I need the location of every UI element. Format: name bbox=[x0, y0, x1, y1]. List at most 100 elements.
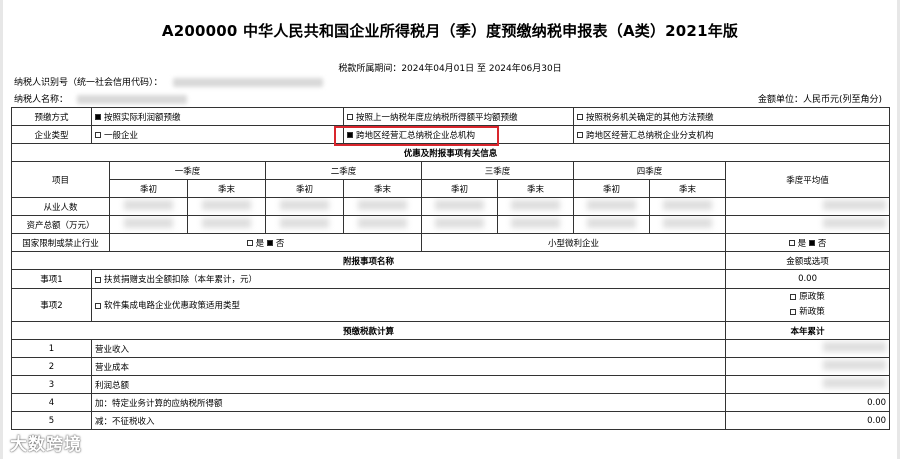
row-name: 营业成本 bbox=[90, 357, 727, 376]
prepay-option-actual[interactable]: 按照实际利润额预缴 bbox=[90, 107, 345, 126]
q2-end: 季末 bbox=[343, 179, 423, 198]
row-name: 加：特定业务计算的应纳税所得额 bbox=[90, 393, 727, 412]
watermark: 大数跨境 bbox=[10, 435, 82, 455]
row-name: 利润总额 bbox=[90, 375, 727, 394]
row-number: 5 bbox=[11, 411, 92, 430]
checkbox-checked-icon bbox=[95, 114, 101, 120]
form-title: A200000 中华人民共和国企业所得税月（季）度预缴纳税申报表（A类）2021… bbox=[161, 22, 739, 40]
checkbox-checked-icon bbox=[808, 240, 815, 246]
checkbox-icon bbox=[577, 132, 584, 138]
prepay-option-other[interactable]: 按照税务机关确定的其他方法预缴 bbox=[573, 107, 891, 126]
redacted-cell bbox=[109, 197, 188, 216]
q1-start: 季初 bbox=[109, 179, 188, 198]
declaration-table: 预缴方式 按照实际利润额预缴 按照上一纳税年度应纳税所得额平均额预缴 按照税务机… bbox=[10, 107, 891, 430]
enterprise-option-branch[interactable]: 跨地区经营汇总纳税企业分支机构 bbox=[573, 125, 891, 144]
restricted-industry-label: 国家限制或禁止行业 bbox=[11, 233, 110, 252]
item2-options[interactable]: 原政策 新政策 bbox=[725, 288, 891, 322]
q3-start: 季初 bbox=[421, 179, 499, 198]
redacted-cell bbox=[343, 197, 423, 216]
calc-row: 2 营业成本 bbox=[11, 357, 891, 376]
row-name: 营业收入 bbox=[90, 339, 727, 358]
redacted-cell bbox=[649, 215, 727, 234]
redacted-cell bbox=[264, 215, 345, 234]
redacted-cell bbox=[421, 215, 499, 234]
amount-or-option-header: 金额或选项 bbox=[725, 251, 891, 270]
redacted-cell bbox=[264, 197, 345, 216]
quarter-2-header: 二季度 bbox=[264, 161, 423, 180]
calc-header-row: 预缴税款计算 本年累计 bbox=[10, 321, 891, 340]
small-yes-no[interactable]: 是 否 bbox=[725, 233, 891, 252]
redacted-cell bbox=[725, 197, 891, 216]
redacted-cell bbox=[187, 197, 266, 216]
quarter-header-row: 项目 一季度 二季度 三季度 四季度 季度平均值 bbox=[11, 161, 891, 198]
redacted-cell bbox=[109, 215, 188, 234]
attach-header: 附报事项名称 bbox=[10, 251, 727, 270]
tax-period: 税款所属期间：2024年04月01日 至 2024年06月30日 bbox=[338, 64, 562, 74]
quarter-average-header: 季度平均值 bbox=[725, 161, 891, 198]
employees-row: 从业人数 bbox=[11, 197, 891, 216]
item2-row: 事项2 软件集成电路企业优惠政策适用类型 原政策 新政策 bbox=[11, 288, 891, 322]
preferential-header: 优惠及附报事项有关信息 bbox=[10, 143, 891, 162]
row-value[interactable]: 0.00 bbox=[725, 411, 891, 430]
taxpayer-name-label: 纳税人名称： bbox=[14, 95, 69, 105]
taxpayer-name-row: 纳税人名称： bbox=[14, 92, 187, 105]
redacted-cell bbox=[421, 197, 499, 216]
redacted-cell[interactable] bbox=[725, 375, 891, 394]
redacted-cell bbox=[725, 215, 891, 234]
taxpayer-name-redacted bbox=[76, 95, 187, 104]
item1-value[interactable]: 0.00 bbox=[725, 269, 891, 289]
calc-row: 3 利润总额 bbox=[11, 375, 891, 394]
prepay-option-average[interactable]: 按照上一纳税年度应纳税所得额平均额预缴 bbox=[343, 107, 575, 126]
prepay-method-label: 预缴方式 bbox=[11, 107, 92, 126]
attach-header-row: 附报事项名称 金额或选项 bbox=[10, 251, 891, 270]
row-value[interactable]: 0.00 bbox=[725, 393, 891, 412]
quarter-4-header: 四季度 bbox=[573, 161, 727, 180]
redacted-cell bbox=[343, 215, 423, 234]
row-name: 减：不征税收入 bbox=[90, 411, 727, 430]
calc-header: 预缴税款计算 bbox=[10, 321, 727, 340]
restricted-yes-no[interactable]: 是 否 bbox=[108, 233, 423, 252]
quarter-3-header: 三季度 bbox=[421, 161, 575, 180]
prepay-method-row: 预缴方式 按照实际利润额预缴 按照上一纳税年度应纳税所得额平均额预缴 按照税务机… bbox=[11, 107, 891, 126]
item2-label: 事项2 bbox=[11, 288, 92, 322]
row-number: 2 bbox=[11, 357, 92, 376]
redacted-cell bbox=[573, 197, 651, 216]
checkbox-icon bbox=[95, 132, 101, 138]
redacted-cell bbox=[497, 197, 575, 216]
item-header: 项目 bbox=[11, 161, 110, 198]
calc-row: 4 加：特定业务计算的应纳税所得额 0.00 bbox=[11, 393, 891, 412]
redacted-cell bbox=[573, 215, 651, 234]
small-enterprise-label: 小型微利企业 bbox=[421, 233, 727, 252]
checkbox-checked-icon bbox=[266, 240, 273, 246]
checkbox-icon bbox=[95, 276, 101, 283]
redacted-cell[interactable] bbox=[725, 357, 891, 376]
assets-label: 资产总额（万元） bbox=[11, 215, 110, 234]
year-total-header: 本年累计 bbox=[725, 321, 891, 340]
q2-start: 季初 bbox=[264, 179, 345, 198]
item1-label: 事项1 bbox=[11, 269, 92, 289]
redacted-cell[interactable] bbox=[725, 339, 891, 358]
item1-row: 事项1 扶贫捐赠支出全额扣除（本年累计，元） 0.00 bbox=[11, 269, 891, 289]
enterprise-option-general[interactable]: 一般企业 bbox=[90, 125, 345, 144]
tax-form-page: A200000 中华人民共和国企业所得税月（季）度预缴纳税申报表（A类）2021… bbox=[0, 0, 900, 459]
row-number: 3 bbox=[11, 375, 92, 394]
calc-row: 5 减：不征税收入 0.00 bbox=[11, 411, 891, 430]
row-number: 1 bbox=[11, 339, 92, 358]
q3-end: 季末 bbox=[497, 179, 575, 198]
amount-unit: 金额单位：人民币元(列至角分) bbox=[757, 95, 882, 105]
highlight-box bbox=[334, 126, 499, 146]
restricted-industry-row: 国家限制或禁止行业 是 否 小型微利企业 是 否 bbox=[11, 233, 891, 252]
item2-desc[interactable]: 软件集成电路企业优惠政策适用类型 bbox=[90, 288, 727, 322]
checkbox-icon bbox=[577, 114, 584, 120]
checkbox-icon bbox=[246, 240, 253, 246]
taxpayer-id-redacted bbox=[173, 78, 324, 87]
redacted-cell bbox=[649, 197, 727, 216]
q1-end: 季末 bbox=[187, 179, 266, 198]
checkbox-icon bbox=[347, 114, 354, 120]
checkbox-icon bbox=[95, 302, 101, 309]
checkbox-icon bbox=[788, 240, 795, 246]
redacted-cell bbox=[497, 215, 575, 234]
item1-desc[interactable]: 扶贫捐赠支出全额扣除（本年累计，元） bbox=[90, 269, 727, 289]
employees-label: 从业人数 bbox=[11, 197, 110, 216]
taxpayer-id-row: 纳税人识别号（统一社会信用代码）： bbox=[14, 75, 324, 88]
